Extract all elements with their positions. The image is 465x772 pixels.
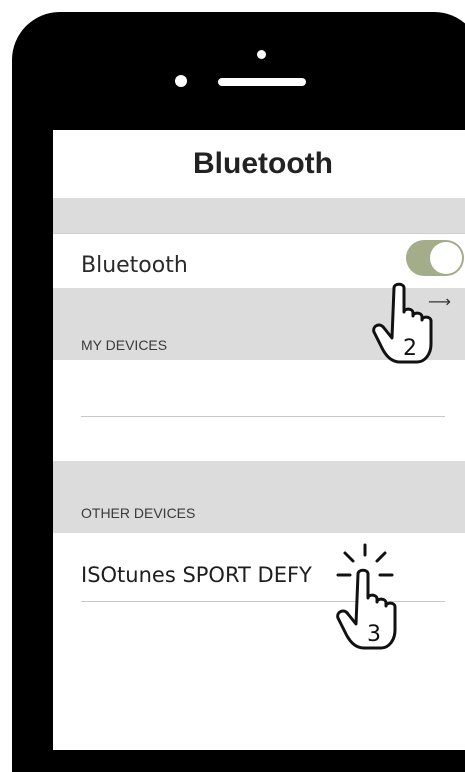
section-spacer <box>53 198 465 234</box>
my-devices-list <box>53 360 465 461</box>
step-number-2: 2 <box>403 336 417 361</box>
phone-frame: Bluetooth Bluetooth MY DEVICES OTHER DEV… <box>12 12 465 772</box>
device-isotunes-sport-defy[interactable]: ISOtunes SPORT DEFY <box>81 563 312 587</box>
screen: Bluetooth Bluetooth MY DEVICES OTHER DEV… <box>53 130 465 750</box>
toggle-knob <box>430 242 462 274</box>
hand-pointer-icon: 2 <box>372 282 433 364</box>
speaker-grille <box>218 78 306 86</box>
my-devices-header: MY DEVICES <box>81 337 168 353</box>
hand-tap-icon: 3 <box>336 543 397 650</box>
bluetooth-label: Bluetooth <box>81 253 188 278</box>
step-number-3: 3 <box>367 622 381 647</box>
other-devices-section-header: OTHER DEVICES <box>53 461 465 533</box>
sensor-dot <box>257 50 266 59</box>
bluetooth-setting-row: Bluetooth <box>53 234 465 288</box>
page-title: Bluetooth <box>193 147 333 180</box>
other-devices-header: OTHER DEVICES <box>81 505 196 521</box>
bluetooth-toggle[interactable] <box>406 240 464 276</box>
row-divider <box>81 416 445 417</box>
navigation-bar: Bluetooth <box>53 130 465 199</box>
front-camera <box>175 75 187 87</box>
